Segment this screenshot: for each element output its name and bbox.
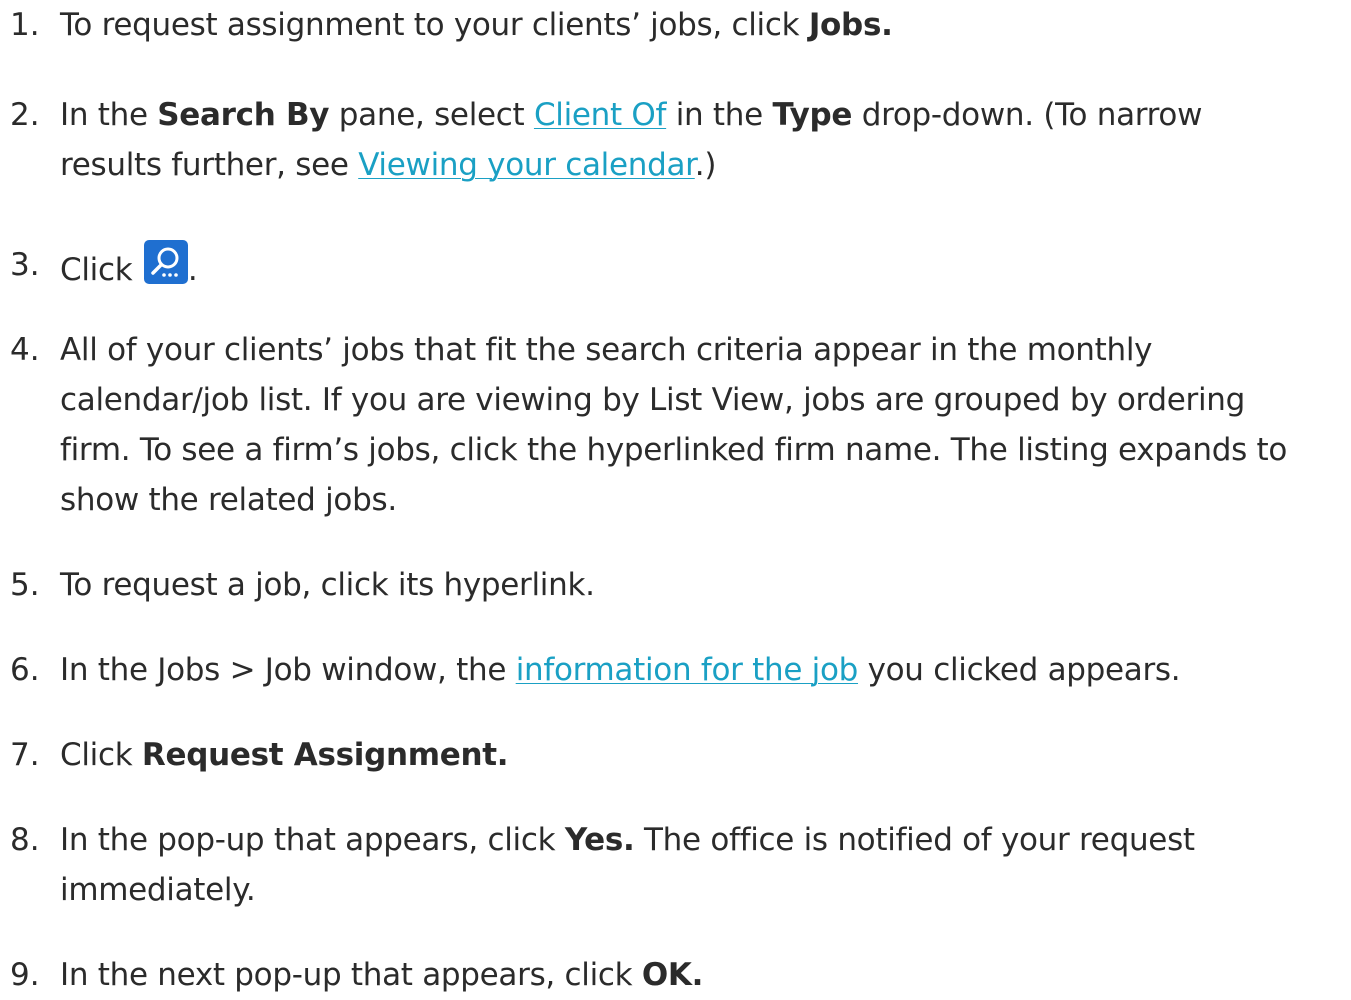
step-number: 6. xyxy=(10,652,40,688)
step-number: 7. xyxy=(10,737,40,773)
step-text: In the Jobs > Job window, the informatio… xyxy=(60,645,1345,695)
text-run: you clicked appears. xyxy=(858,652,1181,688)
bold-term: Yes. xyxy=(564,822,635,858)
text-run: in the xyxy=(666,97,773,133)
text-run: In the pop-up that appears, click xyxy=(60,822,565,858)
step-number: 8. xyxy=(10,822,40,858)
step-text: In the pop-up that appears, click Yes. T… xyxy=(60,815,1345,915)
step-text: In the next pop-up that appears, click O… xyxy=(60,950,1345,1000)
step-number: 3. xyxy=(10,247,40,283)
step-text: To request a job, click its hyperlink. xyxy=(60,560,1345,610)
bold-term: Type xyxy=(772,97,853,133)
step-number: 2. xyxy=(10,97,40,133)
text-run: results further, see xyxy=(60,147,359,183)
step-9: 9. In the next pop-up that appears, click… xyxy=(0,950,1345,1000)
text-run: To request a job, click its hyperlink. xyxy=(60,567,595,603)
step-number: 9. xyxy=(10,957,40,993)
text-run: The office is notified of your request xyxy=(634,822,1195,858)
text-run: firm. To see a firm’s jobs, click the hy… xyxy=(60,432,1288,468)
text-run: In the next pop-up that appears, click xyxy=(60,957,642,993)
step-text: Click . xyxy=(60,240,1345,295)
text-run: calendar/job list. If you are viewing by… xyxy=(60,382,1246,418)
step-6: 6. In the Jobs > Job window, the informat… xyxy=(0,645,1345,695)
text-run: In the Jobs > Job window, the xyxy=(60,652,516,688)
step-5: 5. To request a job, click its hyperlink. xyxy=(0,560,1345,610)
text-run: pane, select xyxy=(329,97,534,133)
step-number: 5. xyxy=(10,567,40,603)
text-run: Click xyxy=(60,252,142,288)
bold-term: Jobs. xyxy=(808,7,893,43)
step-3: 3. Click . xyxy=(0,240,1345,295)
step-number: 4. xyxy=(10,332,40,368)
step-1: 1. To request assignment to your clients’… xyxy=(0,0,1345,50)
step-text: Click Request Assignment. xyxy=(60,730,1345,780)
text-run: To request assignment to your clients’ j… xyxy=(60,7,809,43)
bold-term: Search By xyxy=(157,97,330,133)
text-run: All of your clients’ jobs that fit the s… xyxy=(60,332,1153,368)
hyperlink[interactable]: information for the job xyxy=(516,652,859,688)
text-run: .) xyxy=(694,147,717,183)
step-text: All of your clients’ jobs that fit the s… xyxy=(60,325,1345,525)
text-run: Click xyxy=(60,737,142,773)
step-4: 4. All of your clients’ jobs that fit the… xyxy=(0,325,1345,525)
hyperlink[interactable]: Client Of xyxy=(534,97,667,133)
bold-term: OK. xyxy=(641,957,704,993)
step-text: In the Search By pane, select Client Of … xyxy=(60,90,1345,190)
step-2: 2. In the Search By pane, select Client O… xyxy=(0,90,1345,190)
step-number: 1. xyxy=(10,7,40,43)
step-text: To request assignment to your clients’ j… xyxy=(60,0,1345,50)
text-run: drop-down. (To narrow xyxy=(852,97,1203,133)
step-7: 7. Click Request Assignment. xyxy=(0,730,1345,780)
bold-term: Request Assignment. xyxy=(141,737,509,773)
hyperlink[interactable]: Viewing your calendar xyxy=(358,147,695,183)
text-run: immediately. xyxy=(60,872,256,908)
text-run: show the related jobs. xyxy=(60,482,397,518)
step-8: 8. In the pop-up that appears, click Yes.… xyxy=(0,815,1345,915)
search-icon xyxy=(143,240,188,284)
text-run: . xyxy=(187,252,198,288)
text-run: In the xyxy=(60,97,158,133)
